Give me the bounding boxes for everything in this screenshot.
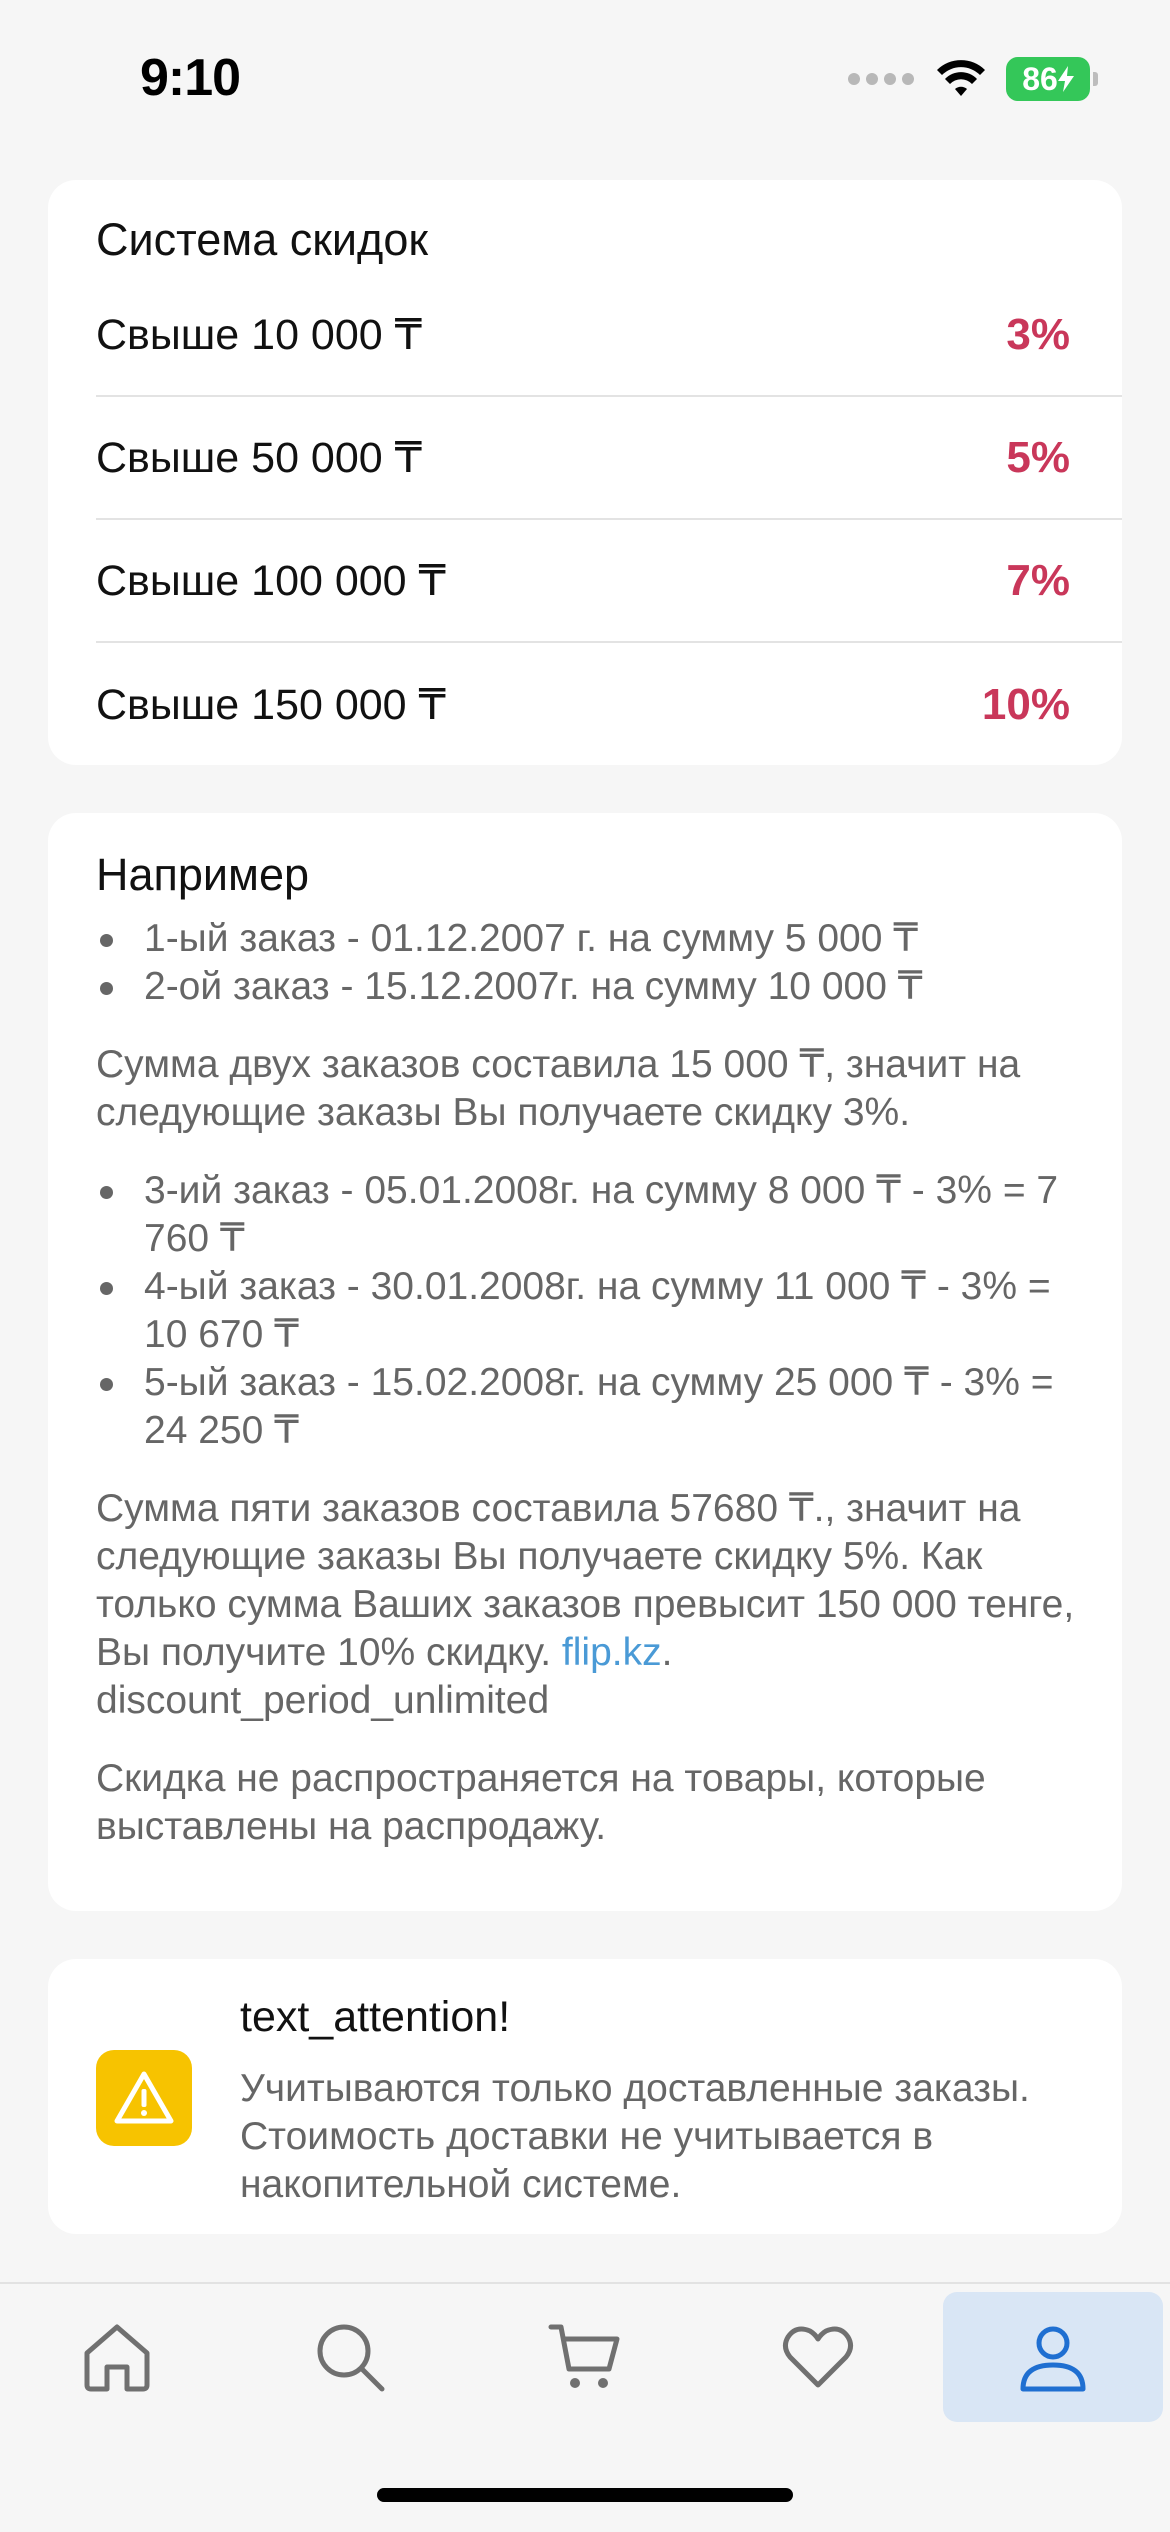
discount-row: Свыше 150 000 ₸ 10% xyxy=(96,643,1122,766)
tab-cart[interactable] xyxy=(475,2292,695,2422)
status-time: 9:10 xyxy=(140,49,241,107)
home-indicator[interactable] xyxy=(377,2488,793,2502)
discount-percent: 10% xyxy=(981,679,1070,729)
cart-icon xyxy=(548,2324,620,2388)
discount-percent: 5% xyxy=(1006,432,1070,482)
discount-row: Свыше 10 000 ₸ 3% xyxy=(96,274,1122,397)
status-bar: 9:10 86 xyxy=(0,0,1170,140)
tab-profile[interactable] xyxy=(943,2292,1163,2422)
orders-list: 3-ий заказ - 05.01.2008г. на сумму 8 000… xyxy=(96,1167,1086,1455)
discount-threshold: Свыше 50 000 ₸ xyxy=(96,433,422,482)
home-icon xyxy=(84,2324,150,2392)
attention-card: text_attention! Учитываются только доста… xyxy=(48,1959,1122,2234)
list-item: 4-ый заказ - 30.01.2008г. на сумму 11 00… xyxy=(96,1263,1086,1359)
tab-search[interactable] xyxy=(240,2292,460,2422)
discount-percent: 7% xyxy=(1006,555,1070,605)
heart-icon xyxy=(782,2326,854,2388)
battery-icon: 86 xyxy=(1006,57,1098,101)
flip-kz-link[interactable]: flip.kz xyxy=(562,1631,662,1674)
attention-title: text_attention! xyxy=(240,1993,511,2041)
orders-list: 1-ый заказ - 01.12.2007 г. на сумму 5 00… xyxy=(96,915,1086,1011)
discount-threshold: Свыше 150 000 ₸ xyxy=(96,680,446,729)
discount-threshold: Свыше 10 000 ₸ xyxy=(96,310,422,359)
example-paragraph: Сумма пяти заказов составила 57680 ₸., з… xyxy=(96,1485,1086,1725)
status-indicators: 86 xyxy=(848,56,1098,102)
list-item: 2-ой заказ - 15.12.2007г. на сумму 10 00… xyxy=(96,963,1086,1011)
cellular-signal-icon xyxy=(848,73,914,85)
example-paragraph: Скидка не распространяется на товары, ко… xyxy=(96,1757,986,1848)
paragraph-text: . xyxy=(661,1631,673,1674)
wifi-icon xyxy=(937,60,985,96)
paragraph-key-text: discount_period_unlimited xyxy=(96,1679,550,1722)
charging-bolt-icon xyxy=(1057,66,1074,92)
discount-threshold: Свыше 100 000 ₸ xyxy=(96,556,446,605)
example-body: 1-ый заказ - 01.12.2007 г. на сумму 5 00… xyxy=(96,915,1086,1881)
discount-system-card: Система скидок Свыше 10 000 ₸ 3% Свыше 5… xyxy=(48,180,1122,765)
discount-percent: 3% xyxy=(1006,309,1070,359)
list-item: 1-ый заказ - 01.12.2007 г. на сумму 5 00… xyxy=(96,915,1086,963)
example-card: Например 1-ый заказ - 01.12.2007 г. на с… xyxy=(48,813,1122,1911)
search-icon xyxy=(317,2324,385,2392)
example-title: Например xyxy=(96,849,310,900)
example-paragraph: Сумма двух заказов составила 15 000 ₸, з… xyxy=(96,1043,1021,1134)
tab-home[interactable] xyxy=(7,2292,227,2422)
attention-text: Учитываются только доставленные заказы. … xyxy=(240,2067,1030,2206)
profile-icon xyxy=(1020,2326,1086,2392)
list-item: 3-ий заказ - 05.01.2008г. на сумму 8 000… xyxy=(96,1167,1086,1263)
tab-favorites[interactable] xyxy=(708,2292,928,2422)
warning-icon xyxy=(96,2050,192,2146)
battery-level: 86 xyxy=(1022,60,1058,97)
discount-system-title: Система скидок xyxy=(96,214,429,265)
discount-row: Свыше 100 000 ₸ 7% xyxy=(96,520,1122,643)
list-item: 5-ый заказ - 15.02.2008г. на сумму 25 00… xyxy=(96,1359,1086,1455)
discount-row: Свыше 50 000 ₸ 5% xyxy=(96,397,1122,520)
